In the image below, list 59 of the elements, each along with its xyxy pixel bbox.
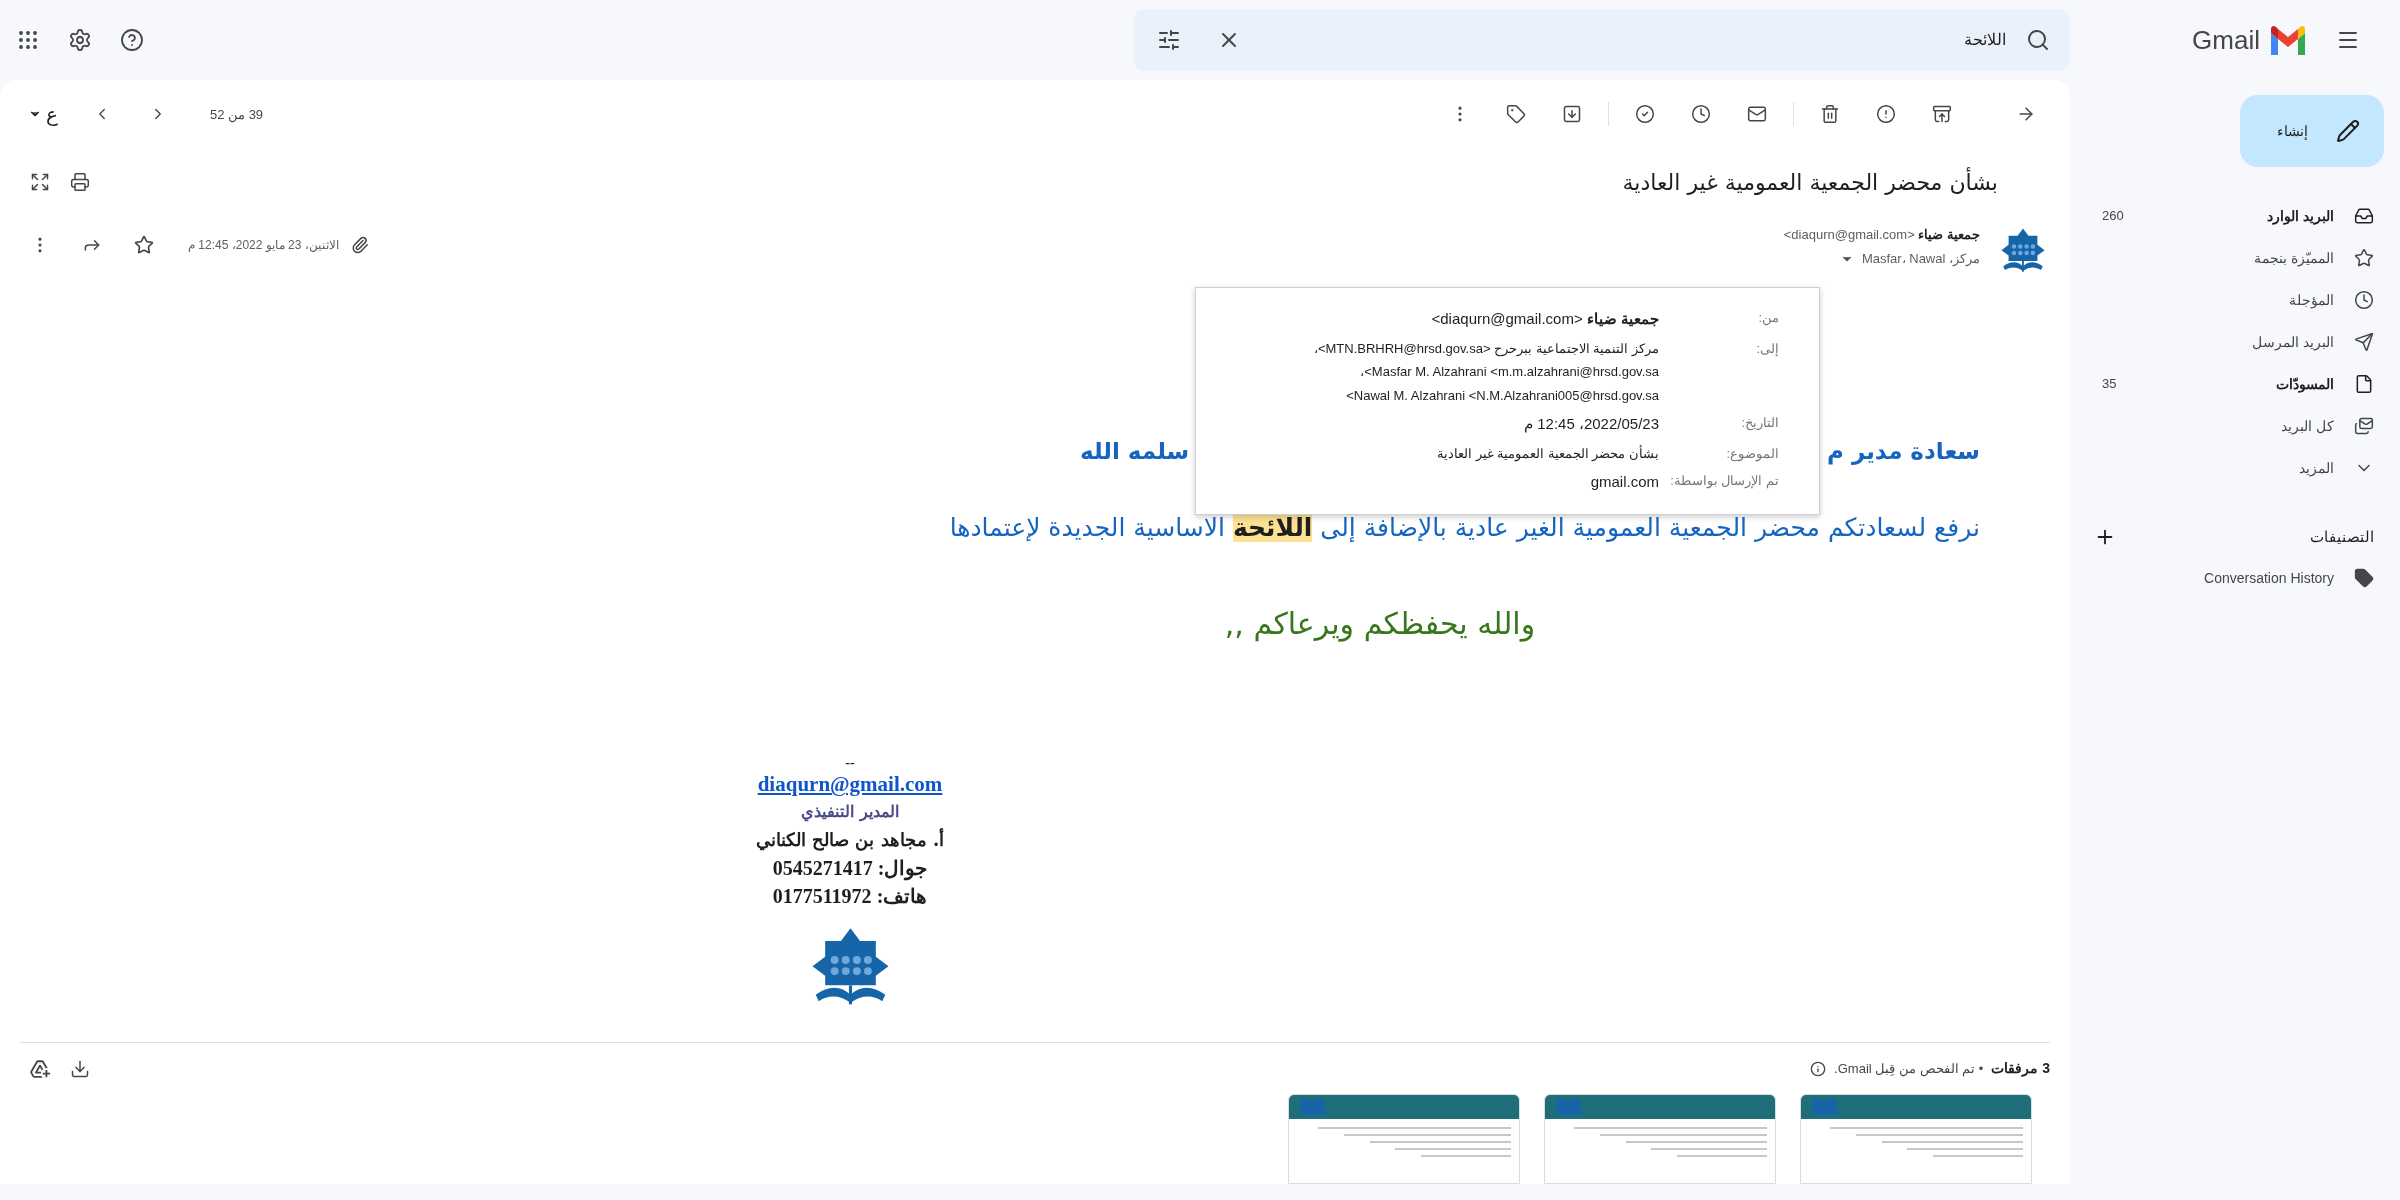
closing-text: والله يحفظكم ويرعاكم ,, bbox=[1223, 605, 1537, 644]
unread-count: 35 bbox=[2102, 375, 2117, 394]
signature-mobile: جوال: 0545271417 bbox=[772, 856, 928, 883]
pencil-icon bbox=[2336, 119, 2360, 143]
sidebar-item[interactable]: المميّزة بنجمة bbox=[2070, 237, 2400, 279]
snoozed-icon bbox=[2354, 290, 2374, 310]
greeting-text: سعادة مدير م bbox=[1827, 437, 1980, 467]
input-tools-button[interactable]: ع bbox=[20, 94, 66, 135]
scan-note: • تم الفحص من قِبل Gmail. bbox=[1834, 1059, 1984, 1079]
detail-value: مركز التنمية الاجتماعية ببرحرح <MTN.BRHRH@hrsd.gov.sa>، bbox=[1313, 339, 1659, 358]
sidebar-item[interactable]: كل البريد bbox=[2070, 405, 2400, 447]
search-field[interactable]: اللائحة bbox=[1133, 9, 2070, 71]
detail-label: من: bbox=[1757, 309, 1779, 328]
signature-email-link[interactable]: diaqurn@gmail.com bbox=[757, 770, 943, 799]
document-thumbnail[interactable] bbox=[1288, 1094, 1520, 1184]
signature-separator: -- bbox=[845, 756, 855, 771]
label-item[interactable]: Conversation History bbox=[2070, 557, 2400, 599]
labels-heading: التصنيفات bbox=[2309, 526, 2374, 547]
detail-label: تم الإرسال بواسطة: bbox=[1669, 472, 1779, 491]
signature-title: المدير التنفيذي bbox=[801, 801, 899, 824]
sender-name: جمعية ضياء bbox=[1918, 227, 1980, 243]
sent-icon bbox=[2354, 332, 2374, 352]
all-icon bbox=[2354, 416, 2374, 436]
body-paragraph: نرفع لسعادتكم محضر الجمعية العمومية الغير عادية بالإضافة إلى اللائحة الاساسية الجديدة لإعتمادها bbox=[948, 511, 1980, 545]
signature-name: أ. مجاهد بن صالح الكناني bbox=[755, 827, 945, 853]
detail-label: التاريخ: bbox=[1740, 414, 1779, 433]
detail-value: Nawal M. Alzahrani <N.M.Alzahrani005@hrsd.gov.sa> bbox=[1345, 386, 1659, 405]
greeting-text: سلمه الله bbox=[1080, 437, 1190, 467]
detail-label: الموضوع: bbox=[1725, 444, 1779, 463]
signature-phone: هاتف: 0177511972 bbox=[772, 884, 928, 910]
search-input[interactable]: اللائحة bbox=[1265, 28, 2006, 52]
detail-value: بشأن محضر الجمعية العمومية غير العادية bbox=[1436, 444, 1659, 463]
sidebar-item[interactable]: البريد المرسل bbox=[2070, 321, 2400, 363]
email-date: الاثنين، 23 مايو 2022، 12:45 م bbox=[188, 237, 339, 255]
detail-value: gmail.com bbox=[1590, 472, 1659, 492]
starred-icon bbox=[2354, 248, 2374, 268]
document-thumbnail[interactable] bbox=[1800, 1094, 2032, 1184]
attachments-count: 3 مرفقات bbox=[1991, 1059, 2050, 1079]
info-icon[interactable] bbox=[1810, 1060, 1827, 1077]
filter-options-icon[interactable] bbox=[1157, 28, 1181, 52]
inbox-icon bbox=[2354, 206, 2374, 226]
app-name: Gmail bbox=[2192, 23, 2260, 57]
email-subject: بشأن محضر الجمعية العمومية غير العادية bbox=[1621, 166, 1998, 197]
label-icon bbox=[2354, 568, 2374, 588]
unread-count: 260 bbox=[2102, 207, 2124, 226]
paperclip-icon bbox=[350, 236, 369, 255]
gmail-logo-icon bbox=[2268, 25, 2308, 55]
recipients-text: مركز، Masfar، Nawal bbox=[1861, 249, 1980, 268]
sidebar-item[interactable]: المؤجلة bbox=[2070, 279, 2400, 321]
pager-text: 39 من 52 bbox=[209, 105, 264, 125]
search-icon[interactable] bbox=[2026, 28, 2050, 52]
sidebar-item[interactable]: المزيد bbox=[2070, 447, 2400, 489]
compose-button[interactable]: إنشاء bbox=[2240, 95, 2384, 167]
detail-value: 2022/05/23، 12:45 م bbox=[1524, 414, 1659, 435]
drafts-icon bbox=[2354, 374, 2374, 394]
sender-email: <diaqurn@gmail.com> bbox=[1783, 227, 1915, 243]
document-thumbnail[interactable] bbox=[1544, 1094, 1776, 1184]
detail-value: Masfar M. Alzahrani <m.m.alzahrani@hrsd.gov.sa>، bbox=[1359, 363, 1659, 381]
detail-label: إلى: bbox=[1755, 339, 1779, 358]
